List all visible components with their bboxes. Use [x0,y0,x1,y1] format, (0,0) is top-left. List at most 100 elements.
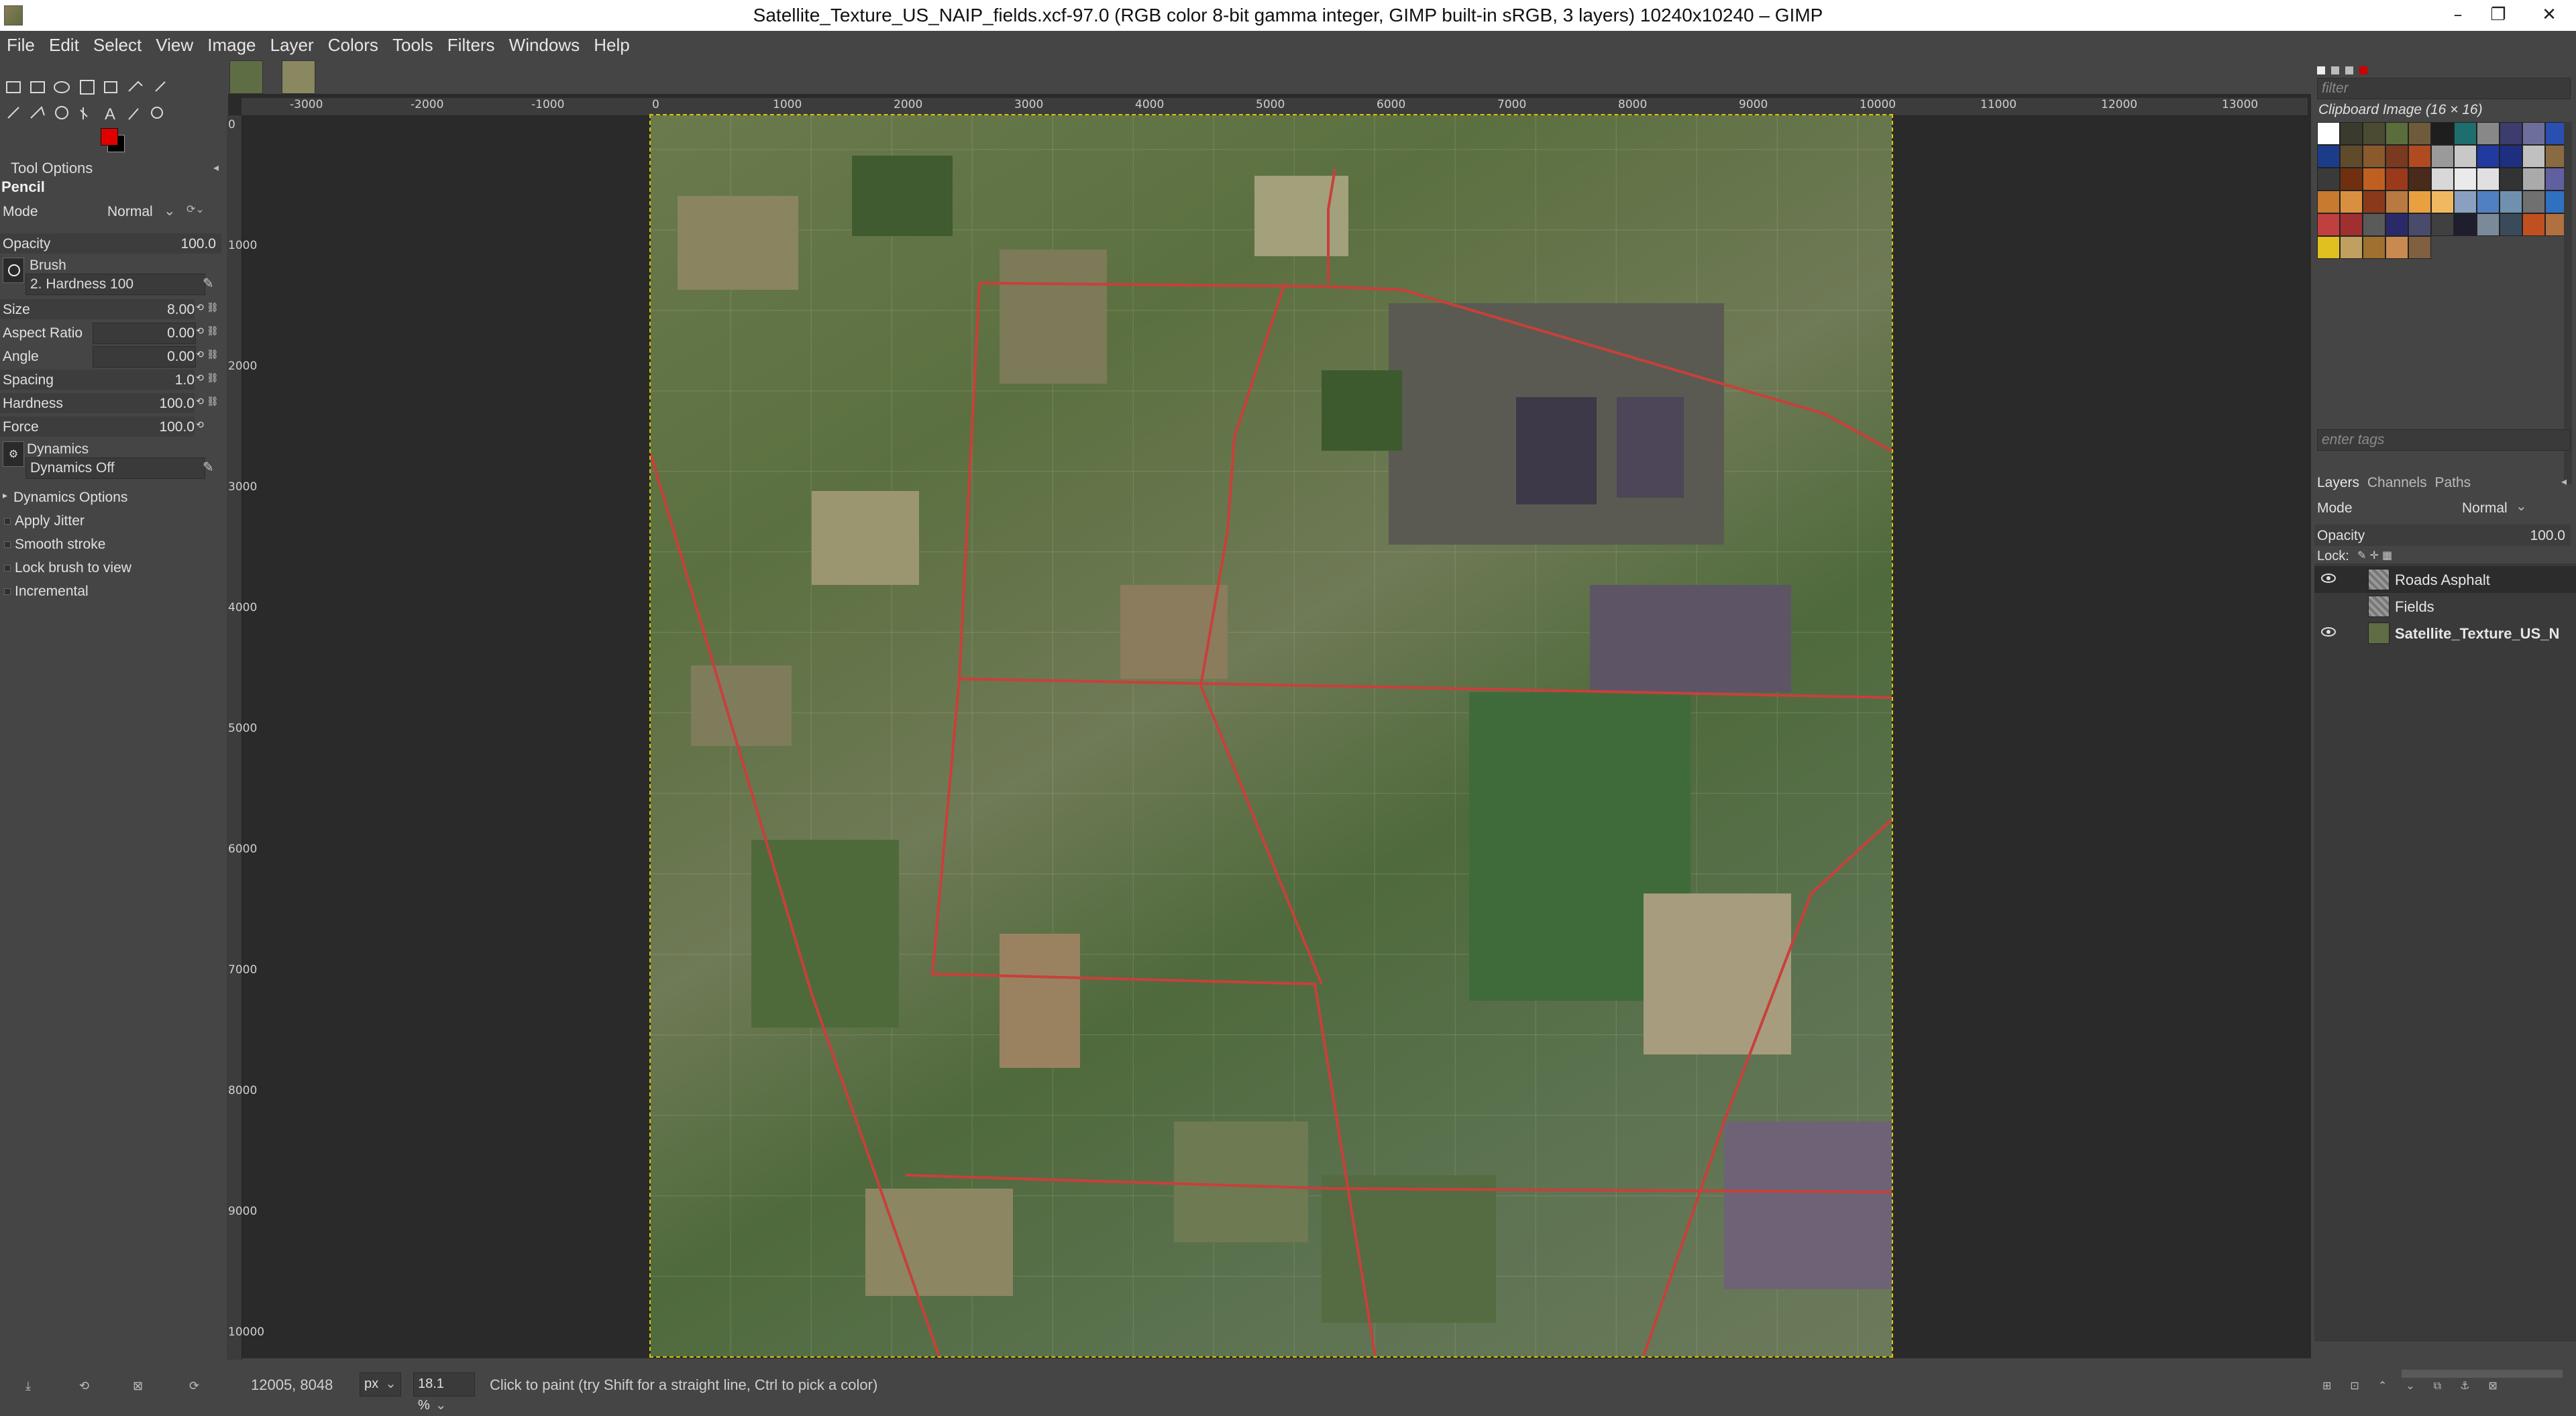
satellite-image-canvas[interactable] [649,114,1893,1358]
spacing-row[interactable]: Spacing 1.0 ⟲ ⛓ [0,368,221,391]
pattern-swatch[interactable] [2340,190,2363,213]
pattern-swatch[interactable] [2431,168,2454,190]
eye-icon[interactable] [2321,627,2336,637]
vertical-ruler[interactable]: 0 1000 2000 3000 4000 5000 6000 7000 800… [227,115,264,1360]
layer-mode-select[interactable]: Normal [2462,500,2508,516]
link-icon[interactable]: ⛓ [207,349,219,364]
pattern-swatch[interactable] [2408,122,2431,145]
link-icon[interactable]: ⛓ [207,325,219,340]
checkbox-icon[interactable] [4,588,11,595]
checkbox-icon[interactable] [4,565,11,571]
raise-layer-icon[interactable]: ⌃ [2378,1379,2406,1392]
pattern-swatch[interactable] [2408,190,2431,213]
pattern-swatch[interactable] [2340,213,2363,236]
panel-menu-icon[interactable]: ◂ [2561,475,2567,488]
pattern-swatch[interactable] [2477,168,2500,190]
pattern-swatch[interactable] [2363,145,2385,168]
lower-layer-icon[interactable]: ⌄ [2406,1379,2433,1392]
menu-file[interactable]: File [1,31,40,59]
pattern-swatch[interactable] [2408,145,2431,168]
pattern-swatch[interactable] [2340,145,2363,168]
size-value[interactable]: 8.00 [167,302,195,318]
duplicate-layer-icon[interactable]: ⧉ [2434,1379,2460,1392]
lock-brush-checkbox[interactable]: Lock brush to view [0,556,221,579]
mode-reset-icon[interactable]: ⟳⌄ [186,203,205,216]
foreground-color-swatch[interactable] [101,128,118,146]
pattern-swatch[interactable] [2477,122,2500,145]
pattern-swatch[interactable] [2317,236,2340,259]
new-group-icon[interactable]: ⊡ [2350,1379,2377,1392]
link-icon[interactable]: ⛓ [207,302,219,317]
pattern-swatch[interactable] [2500,168,2522,190]
pattern-swatch[interactable] [2317,213,2340,236]
pattern-swatch[interactable] [2522,168,2545,190]
reset-icon[interactable]: ⟲ [195,349,205,364]
brush-preview-icon[interactable] [3,258,24,283]
dynamics-preview-icon[interactable]: ⚙ [3,441,24,467]
reset-icon[interactable]: ⟲ [195,372,205,387]
layer-name[interactable]: Satellite_Texture_US_N [2395,625,2559,643]
tool-options-tab[interactable]: Tool Options [11,160,93,177]
pattern-swatch[interactable] [2408,168,2431,190]
image-tab-thumbnail[interactable] [282,60,315,94]
pattern-swatch[interactable] [2385,145,2408,168]
opacity-value[interactable]: 100.0 [180,236,216,252]
layer-row[interactable]: Satellite_Texture_US_N [2314,620,2576,647]
restore-options-icon[interactable]: ⟲ [79,1379,89,1393]
hardness-value[interactable]: 100.0 [159,396,195,412]
pattern-swatch[interactable] [2408,213,2431,236]
layer-list-scrollbar[interactable] [2402,1370,2563,1378]
menu-colors[interactable]: Colors [323,31,384,59]
eye-icon[interactable] [2321,573,2336,584]
dynamics-field[interactable]: Dynamics Off [25,457,205,479]
zoom-select[interactable]: 18.1 % ⌄ [413,1372,475,1413]
patterns-tab-bar[interactable] [2317,64,2398,75]
pattern-swatch[interactable] [2500,122,2522,145]
menu-edit[interactable]: Edit [44,31,85,59]
menu-layer[interactable]: Layer [265,31,319,59]
image-tab-thumbnail[interactable] [229,60,263,94]
spacing-value[interactable]: 1.0 [175,372,195,388]
reset-icon[interactable]: ⟲ [195,396,205,411]
anchor-layer-icon[interactable]: ⚓ [2460,1379,2488,1392]
reset-icon[interactable]: ⟲ [195,302,205,317]
pattern-swatch[interactable] [2317,145,2340,168]
pattern-swatch[interactable] [2500,145,2522,168]
pattern-swatch[interactable] [2363,122,2385,145]
pattern-swatch[interactable] [2340,122,2363,145]
menu-image[interactable]: Image [202,31,261,59]
chevron-down-icon[interactable]: ⌄ [385,1376,396,1391]
menu-windows[interactable]: Windows [504,31,585,59]
edit-dynamics-icon[interactable]: ✎ [203,459,214,475]
size-row[interactable]: Size 8.00 ⟲ ⛓ [0,298,221,321]
chevron-down-icon[interactable]: ⌄ [2516,498,2527,514]
pattern-swatch[interactable] [2454,122,2477,145]
pattern-swatch[interactable] [2500,190,2522,213]
pattern-swatch[interactable] [2454,145,2477,168]
pattern-swatch[interactable] [2363,213,2385,236]
pattern-swatch[interactable] [2431,145,2454,168]
panel-menu-icon[interactable]: ◂ [213,161,219,174]
reset-icon[interactable]: ⟲ [195,325,205,340]
tab-paths[interactable]: Paths [2434,475,2471,490]
pattern-swatch[interactable] [2340,236,2363,259]
tab-layers[interactable]: Layers [2317,475,2359,490]
pattern-swatch[interactable] [2363,190,2385,213]
chevron-down-icon[interactable]: ⌄ [164,203,176,219]
dynamics-options-expander[interactable]: ▸ Dynamics Options [0,486,221,508]
pattern-swatch[interactable] [2408,236,2431,259]
incremental-checkbox[interactable]: Incremental [0,580,221,602]
pattern-swatch[interactable] [2454,168,2477,190]
pattern-swatch[interactable] [2477,145,2500,168]
brush-name-field[interactable]: 2. Hardness 100 [25,274,205,295]
delete-options-icon[interactable]: ⊠ [133,1379,143,1393]
pattern-swatch[interactable] [2317,122,2340,145]
menu-tools[interactable]: Tools [387,31,439,59]
smooth-stroke-checkbox[interactable]: Smooth stroke [0,533,221,555]
pattern-swatch[interactable] [2385,122,2408,145]
pattern-swatch[interactable] [2500,213,2522,236]
pattern-swatch[interactable] [2431,213,2454,236]
pattern-swatch[interactable] [2431,122,2454,145]
horizontal-ruler[interactable]: -3000 -2000 -1000 0 1000 2000 3000 4000 … [241,98,2308,116]
menu-view[interactable]: View [150,31,199,59]
